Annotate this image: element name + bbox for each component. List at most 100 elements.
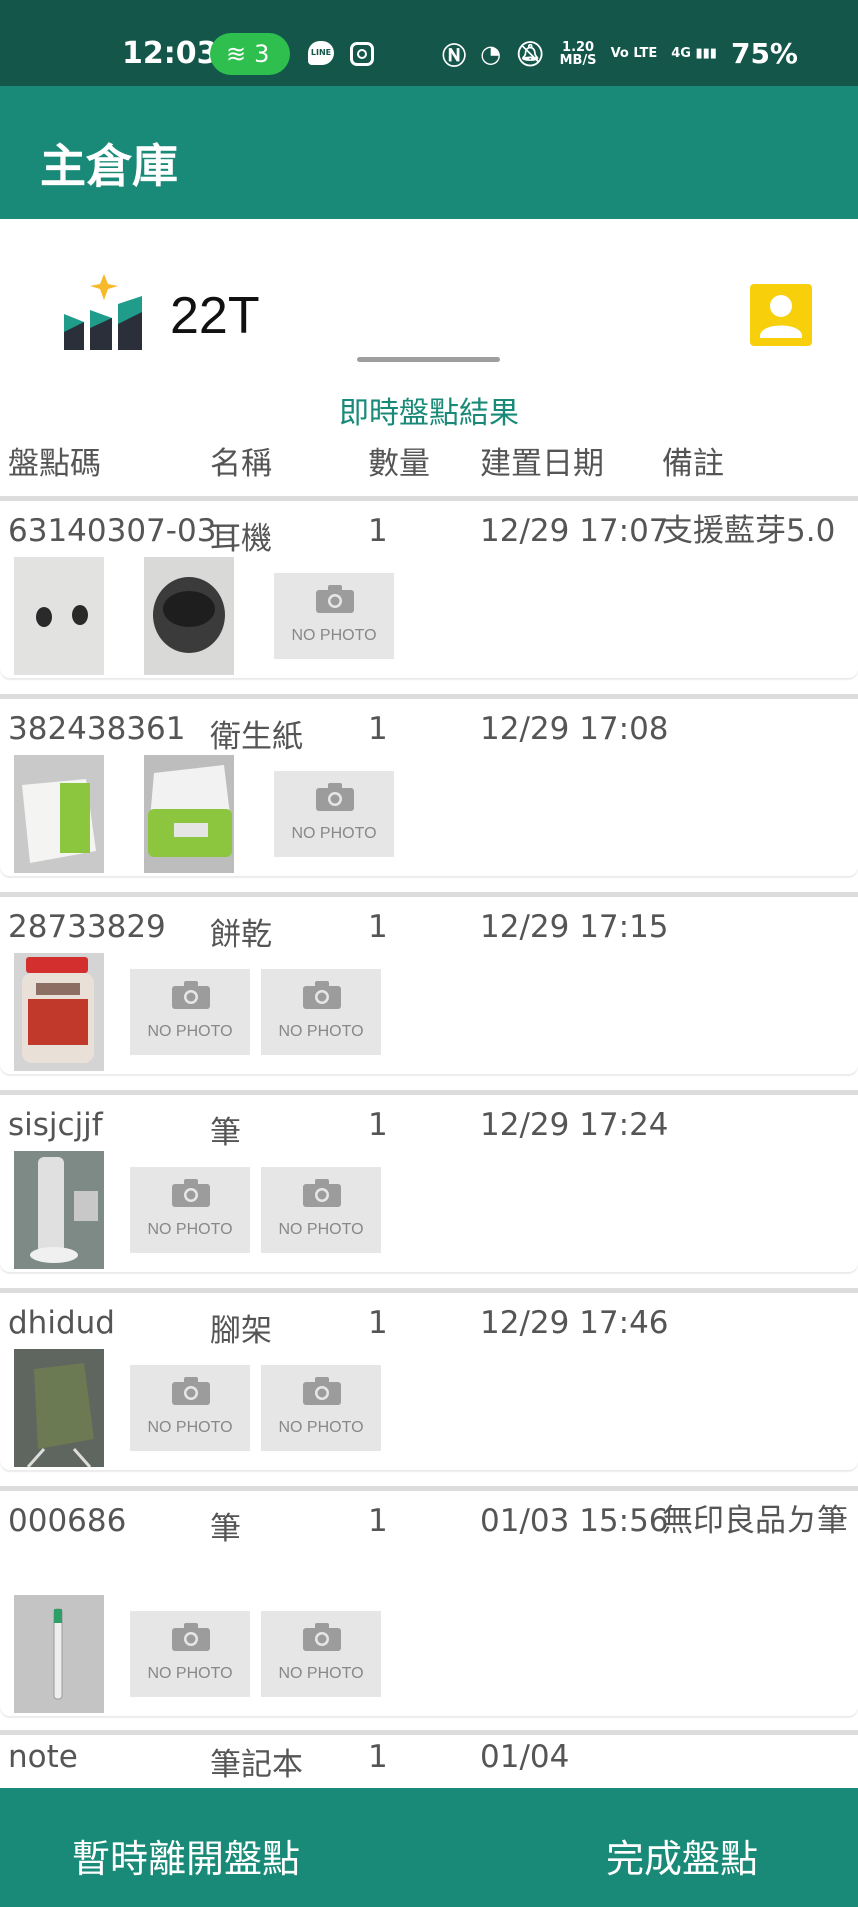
battery-text: 75% (730, 37, 798, 70)
instagram-icon (350, 42, 374, 66)
app-title: 主倉庫 (40, 139, 178, 193)
item-note: 無印良品ㄉ筆 (662, 1503, 848, 1539)
finish-inventory-button[interactable]: 完成盤點 (606, 1828, 758, 1883)
item-photo[interactable] (14, 953, 104, 1071)
item-code: 382438361 (8, 711, 186, 747)
brand-logo-icon (62, 272, 146, 352)
bottom-bar: 暫時離開盤點 完成盤點 (0, 1788, 858, 1907)
hotspot-pill: ≋ 3 (210, 33, 290, 75)
item-qty: 1 (368, 711, 388, 747)
item-code: sisjcjjf (8, 1107, 103, 1143)
store-name: 22T (170, 287, 260, 345)
camera-icon (303, 1179, 341, 1207)
item-date: 01/03 15:56 (480, 1503, 669, 1539)
no-photo-placeholder[interactable]: NO PHOTO (261, 1167, 381, 1253)
item-name: 耳機 (210, 521, 272, 557)
item-code: 28733829 (8, 909, 166, 945)
no-photo-placeholder[interactable]: NO PHOTO (130, 1365, 250, 1451)
camera-icon (303, 981, 341, 1009)
item-date: 12/29 17:46 (480, 1305, 669, 1341)
item-qty: 1 (368, 1305, 388, 1341)
photo-strip: NO PHOTO NO PHOTO (14, 1151, 392, 1269)
item-name: 筆 (210, 1115, 241, 1151)
item-date: 12/29 17:07 (480, 513, 669, 549)
signal-icon: 4G ▮▮▮ (671, 46, 717, 61)
item-date: 12/29 17:15 (480, 909, 669, 945)
speedometer-icon: ◔ (480, 39, 502, 68)
item-name: 筆記本 (210, 1747, 303, 1783)
item-qty: 1 (368, 909, 388, 945)
hotspot-count: 3 (254, 40, 270, 68)
item-code: note (8, 1739, 78, 1775)
section-title: 即時盤點結果 (339, 396, 519, 431)
item-date: 12/29 17:24 (480, 1107, 669, 1143)
status-time: 12:03 (122, 36, 218, 71)
list-item[interactable]: sisjcjjf 筆 1 12/29 17:24 NO PHOTO NO PHO… (0, 1090, 858, 1272)
camera-icon (303, 1623, 341, 1651)
list-item[interactable]: 382438361 衛生紙 1 12/29 17:08 NO PHOTO (0, 694, 858, 876)
camera-icon (172, 1623, 210, 1651)
camera-icon (316, 783, 354, 811)
camera-icon (172, 1377, 210, 1405)
item-qty: 1 (368, 1107, 388, 1143)
list-item[interactable]: 000686 筆 1 01/03 15:56 無印良品ㄉ筆 NO PHOTO N… (0, 1486, 858, 1716)
item-photo[interactable] (14, 1595, 104, 1713)
header-divider (357, 357, 500, 362)
column-header-qty: 數量 (368, 446, 430, 482)
column-header-date: 建置日期 (480, 446, 604, 482)
item-photo[interactable] (14, 1349, 104, 1467)
camera-icon (316, 585, 354, 613)
photo-strip: NO PHOTO NO PHOTO (14, 1595, 392, 1713)
item-photo[interactable] (144, 557, 234, 675)
list-item[interactable]: 28733829 餅乾 1 12/29 17:15 NO PHOTO NO PH… (0, 892, 858, 1074)
nfc-icon: Ⓝ (442, 42, 467, 70)
silent-icon: 🔕︎ (515, 39, 546, 68)
column-header-code: 盤點碼 (8, 446, 101, 482)
item-photo[interactable] (14, 1151, 104, 1269)
item-note: 支援藍芽5.0 (662, 513, 836, 549)
item-name: 餅乾 (210, 917, 272, 953)
no-photo-placeholder[interactable]: NO PHOTO (261, 969, 381, 1055)
item-photo[interactable] (144, 755, 234, 873)
list-item[interactable]: dhidud 腳架 1 12/29 17:46 NO PHOTO NO PHOT… (0, 1288, 858, 1470)
photo-strip: NO PHOTO (14, 557, 405, 675)
photo-strip: NO PHOTO NO PHOTO (14, 953, 392, 1071)
item-photo[interactable] (14, 557, 104, 675)
item-photo[interactable] (14, 755, 104, 873)
column-header-name: 名稱 (210, 446, 272, 482)
item-code: 63140307-03 (8, 513, 217, 549)
no-photo-placeholder[interactable]: NO PHOTO (130, 1167, 250, 1253)
no-photo-placeholder[interactable]: NO PHOTO (130, 1611, 250, 1697)
list-item[interactable]: note 筆記本 1 01/04 (0, 1730, 858, 1786)
item-code: 000686 (8, 1503, 127, 1539)
item-name: 衛生紙 (210, 719, 303, 755)
no-photo-placeholder[interactable]: NO PHOTO (274, 573, 394, 659)
item-date: 01/04 (480, 1739, 570, 1775)
camera-icon (172, 981, 210, 1009)
status-icons: Ⓝ ◔ 🔕︎ 1.20 MB/S Vo LTE 4G ▮▮▮ 75% (442, 36, 798, 71)
pause-inventory-button[interactable]: 暫時離開盤點 (72, 1828, 300, 1883)
list-item[interactable]: 63140307-03 耳機 1 12/29 17:07 支援藍芽5.0 NO … (0, 496, 858, 678)
camera-icon (303, 1377, 341, 1405)
item-code: dhidud (8, 1305, 115, 1341)
item-name: 筆 (210, 1511, 241, 1547)
status-bar: 12:03 ≋ 3 LINE Ⓝ ◔ 🔕︎ 1.20 MB/S Vo LTE 4G … (0, 0, 858, 86)
no-photo-placeholder[interactable]: NO PHOTO (261, 1611, 381, 1697)
hotspot-icon: ≋ (226, 40, 247, 68)
item-qty: 1 (368, 1739, 388, 1775)
item-qty: 1 (368, 513, 388, 549)
inventory-list[interactable]: 63140307-03 耳機 1 12/29 17:07 支援藍芽5.0 NO … (0, 496, 858, 1786)
volte-icon: Vo LTE (610, 46, 658, 61)
app-bar: 主倉庫 (0, 86, 858, 219)
no-photo-placeholder[interactable]: NO PHOTO (274, 771, 394, 857)
user-profile-icon[interactable] (750, 284, 812, 346)
item-date: 12/29 17:08 (480, 711, 669, 747)
item-qty: 1 (368, 1503, 388, 1539)
no-photo-placeholder[interactable]: NO PHOTO (130, 969, 250, 1055)
no-photo-placeholder[interactable]: NO PHOTO (261, 1365, 381, 1451)
network-speed: 1.20 MB/S (559, 39, 597, 68)
photo-strip: NO PHOTO (14, 755, 405, 873)
photo-strip: NO PHOTO NO PHOTO (14, 1349, 392, 1467)
column-header-note: 備註 (662, 446, 724, 482)
item-name: 腳架 (210, 1313, 272, 1349)
